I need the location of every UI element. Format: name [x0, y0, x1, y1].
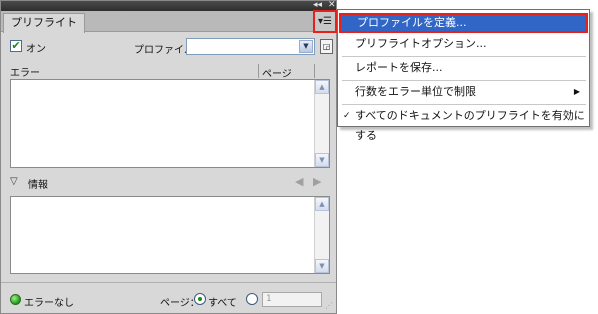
error-list[interactable]: ▲ ▼	[10, 79, 330, 168]
close-icon[interactable]: ✕	[328, 0, 336, 10]
scroll-down-icon[interactable]: ▼	[315, 259, 329, 273]
menu-item-label: プリフライトオプション...	[355, 37, 487, 50]
menu-item-label: 行数をエラー単位で制限	[355, 85, 476, 98]
tab-preflight[interactable]: プリフライト	[3, 13, 85, 33]
info-label: 情報	[28, 180, 48, 191]
column-page[interactable]: ページ	[262, 65, 292, 80]
checkmark-icon: ✓	[343, 111, 351, 121]
error-list-scrollbar[interactable]: ▲ ▼	[314, 80, 329, 167]
tab-label: プリフライト	[11, 16, 77, 29]
menu-separator	[342, 104, 586, 105]
disclosure-triangle-icon[interactable]: ▽	[10, 176, 18, 187]
page-range-field[interactable]: 1	[262, 292, 322, 307]
menu-item-enable-all-documents[interactable]: ✓ すべてのドキュメントのプリフライトを有効にする	[339, 106, 588, 142]
column-error[interactable]: エラー	[10, 68, 40, 79]
chevron-down-icon[interactable]: ▼	[299, 40, 313, 53]
scroll-up-icon[interactable]: ▲	[315, 80, 329, 94]
status-indicator-icon	[10, 294, 21, 305]
all-pages-radio[interactable]	[194, 293, 206, 305]
previous-arrow-icon[interactable]: ◀	[295, 175, 303, 188]
menu-item-label: すべてのドキュメントのプリフライトを有効にする	[355, 109, 585, 142]
status-text: エラーなし	[24, 298, 74, 309]
menu-item-define-profiles[interactable]: プロファイルを定義...	[339, 13, 588, 33]
check-icon: ✔	[11, 39, 21, 52]
info-box-scrollbar[interactable]: ▲ ▼	[314, 197, 329, 273]
menu-item-label: レポートを保存...	[355, 61, 443, 74]
menu-item-save-report[interactable]: レポートを保存...	[339, 58, 588, 78]
panel-flyout-menu: プロファイルを定義... プリフライトオプション... レポートを保存... 行…	[337, 9, 590, 142]
menu-item-limit-rows[interactable]: 行数をエラー単位で制限 ▶	[339, 82, 588, 102]
collapse-icon[interactable]: ◂◂	[313, 0, 322, 10]
profile-dropdown[interactable]: ▼	[186, 38, 315, 55]
panel-menu-button[interactable]: ▾☰	[313, 10, 337, 33]
panel-menu-icon: ▾☰	[318, 16, 332, 27]
page-range-radio[interactable]	[246, 293, 258, 305]
error-list-header: エラー ページ	[10, 64, 330, 80]
scroll-down-icon[interactable]: ▼	[315, 153, 329, 167]
info-box[interactable]: ▲ ▼	[10, 196, 330, 274]
all-pages-label: すべて	[208, 298, 237, 309]
submenu-arrow-icon: ▶	[573, 87, 580, 96]
preflight-panel: ◂◂ ✕ プリフライト ▾☰ ✔ オン プロファイル： ▼ ◲ エラー ページ …	[0, 0, 337, 314]
info-section-header: ▽ 情報 ◀ ▶	[10, 175, 330, 191]
status-bar: エラーなし ページ： すべて 1	[10, 292, 332, 309]
column-divider	[258, 64, 259, 78]
menu-item-label: プロファイルを定義...	[357, 16, 467, 29]
on-checkbox-label: オン	[26, 44, 46, 55]
tab-row: プリフライト	[1, 11, 336, 33]
menu-separator	[342, 80, 586, 81]
resize-grip-icon[interactable]: ⋰	[325, 301, 333, 310]
menu-item-preflight-options[interactable]: プリフライトオプション...	[339, 34, 588, 54]
next-arrow-icon[interactable]: ▶	[313, 175, 321, 188]
column-divider	[314, 64, 315, 78]
scroll-up-icon[interactable]: ▲	[315, 197, 329, 211]
on-checkbox[interactable]: ✔	[10, 40, 22, 52]
profile-document-icon[interactable]: ◲	[320, 39, 333, 54]
footer-divider	[1, 282, 336, 283]
menu-separator	[342, 56, 586, 57]
panel-title-bar: ◂◂ ✕	[1, 0, 336, 11]
options-row: ✔ オン プロファイル： ▼ ◲	[10, 38, 333, 56]
